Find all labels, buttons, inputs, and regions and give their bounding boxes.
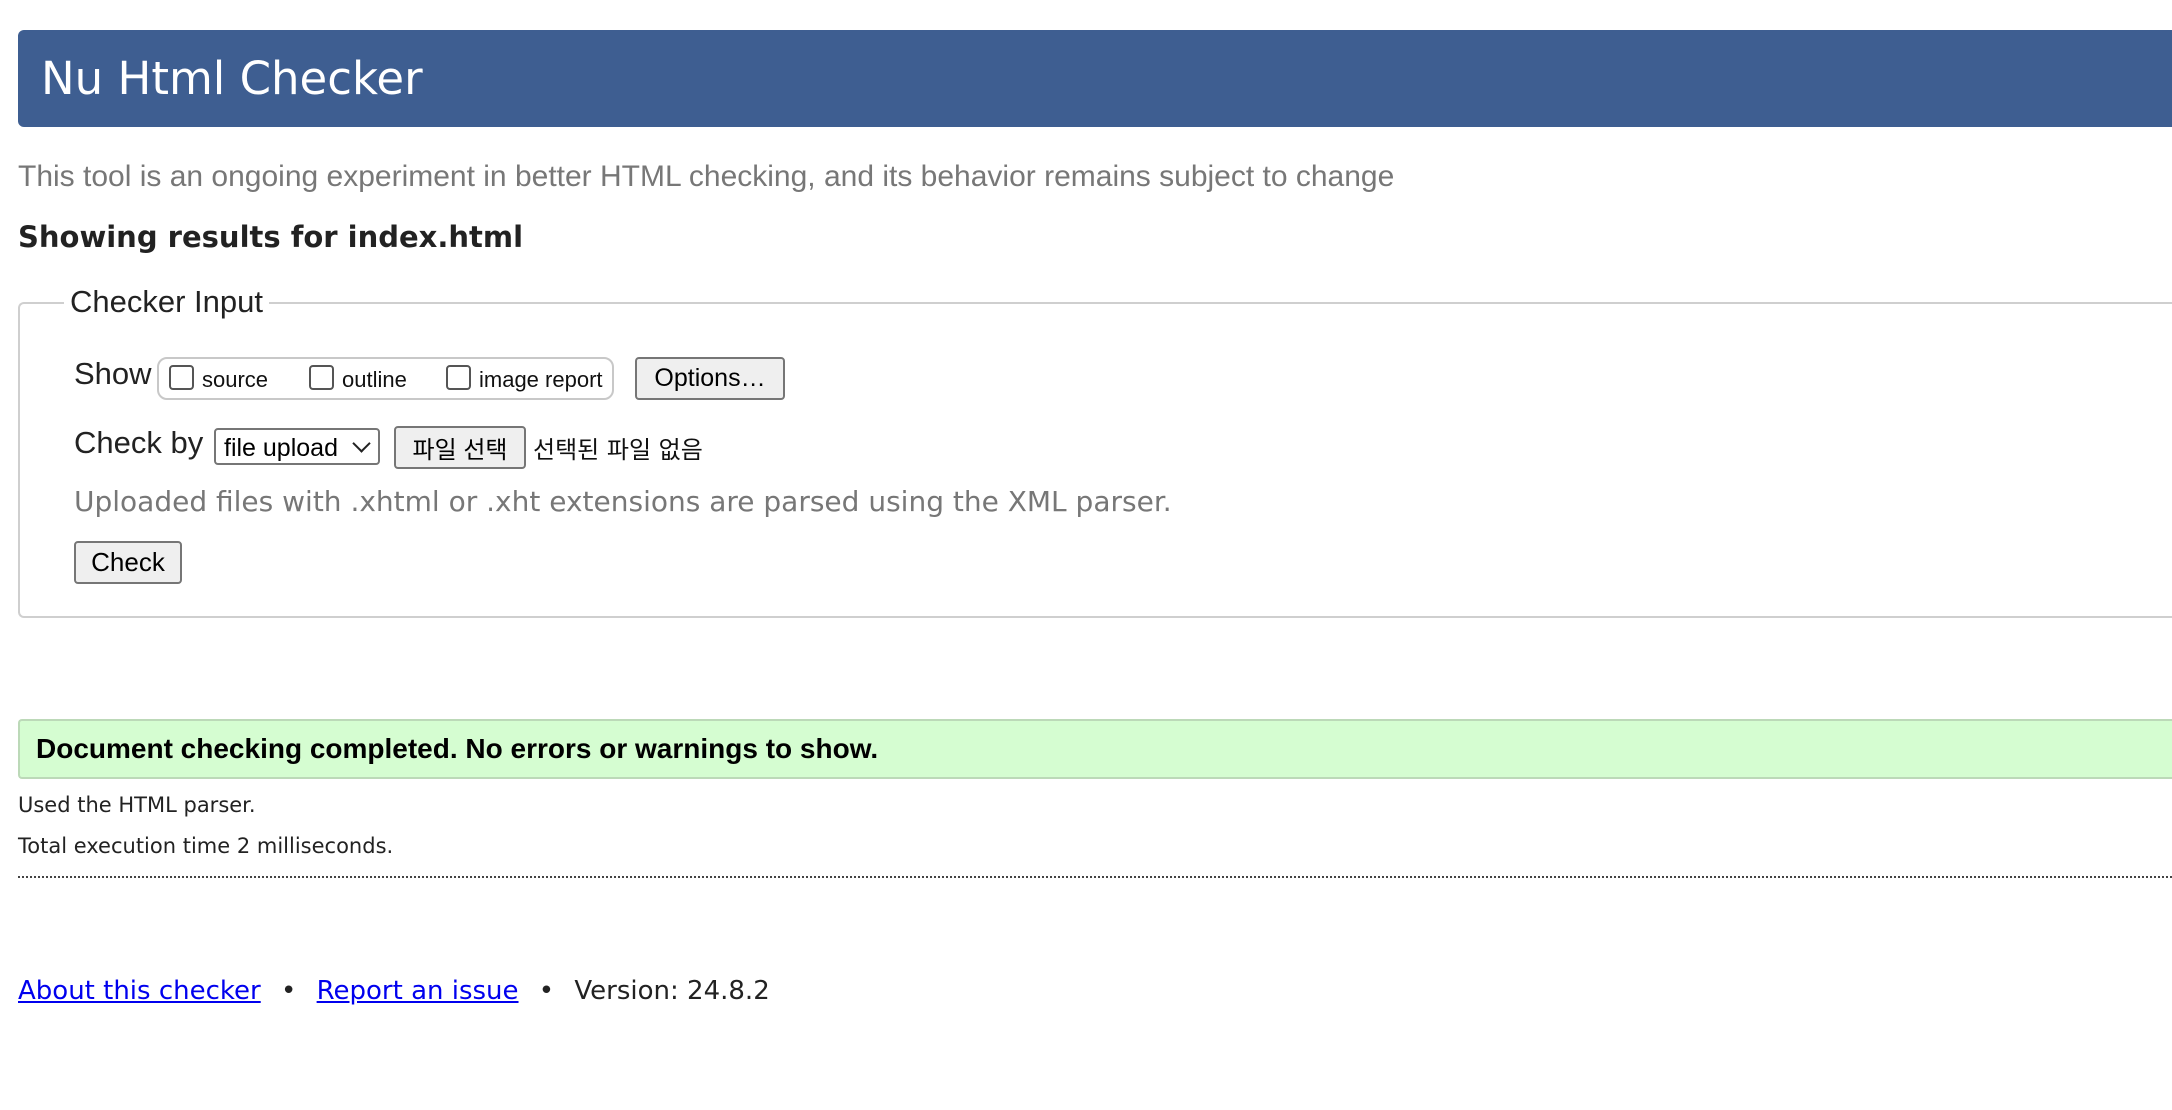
outline-checkbox-label[interactable]: outline (342, 367, 407, 393)
image-report-checkbox-label[interactable]: image report (479, 367, 603, 393)
source-checkbox[interactable] (169, 365, 194, 390)
check-by-selected-value: file upload (224, 434, 338, 462)
tagline: This tool is an ongoing experiment in be… (18, 160, 1395, 193)
results-heading: Showing results for index.html (18, 220, 524, 254)
source-checkbox-label[interactable]: source (202, 367, 268, 393)
chevron-down-icon (352, 434, 371, 453)
footer-separator: • (281, 976, 297, 1006)
outline-checkbox[interactable] (309, 365, 334, 390)
file-status: 선택된 파일 없음 (533, 436, 703, 464)
show-label: Show (74, 356, 152, 391)
page: Nu Html Checker This tool is an ongoing … (0, 0, 2172, 1110)
checker-input-legend: Checker Input (64, 284, 269, 320)
report-issue-link[interactable]: Report an issue (317, 976, 519, 1006)
image-report-checkbox[interactable] (446, 365, 471, 390)
success-message: Document checking completed. No errors o… (36, 733, 879, 764)
page-title: Nu Html Checker (41, 52, 423, 105)
execution-time: Total execution time 2 milliseconds. (18, 834, 394, 858)
header-banner: Nu Html Checker (18, 30, 2172, 127)
options-button[interactable]: Options… (635, 357, 785, 400)
version-text: Version: 24.8.2 (574, 976, 770, 1006)
check-button[interactable]: Check (74, 541, 182, 584)
about-link[interactable]: About this checker (18, 976, 261, 1006)
xml-parser-hint: Uploaded files with .xhtml or .xht exten… (74, 485, 1172, 518)
divider (18, 876, 2172, 878)
show-options-group: source outline image report (157, 357, 614, 400)
choose-file-button[interactable]: 파일 선택 (394, 426, 526, 469)
footer: About this checker • Report an issue • V… (18, 976, 770, 1006)
parser-info: Used the HTML parser. (18, 793, 256, 817)
check-by-select[interactable]: file upload (214, 428, 380, 465)
check-by-label: Check by (74, 425, 204, 460)
footer-separator: • (538, 976, 555, 1006)
success-message-box: Document checking completed. No errors o… (18, 719, 2172, 779)
